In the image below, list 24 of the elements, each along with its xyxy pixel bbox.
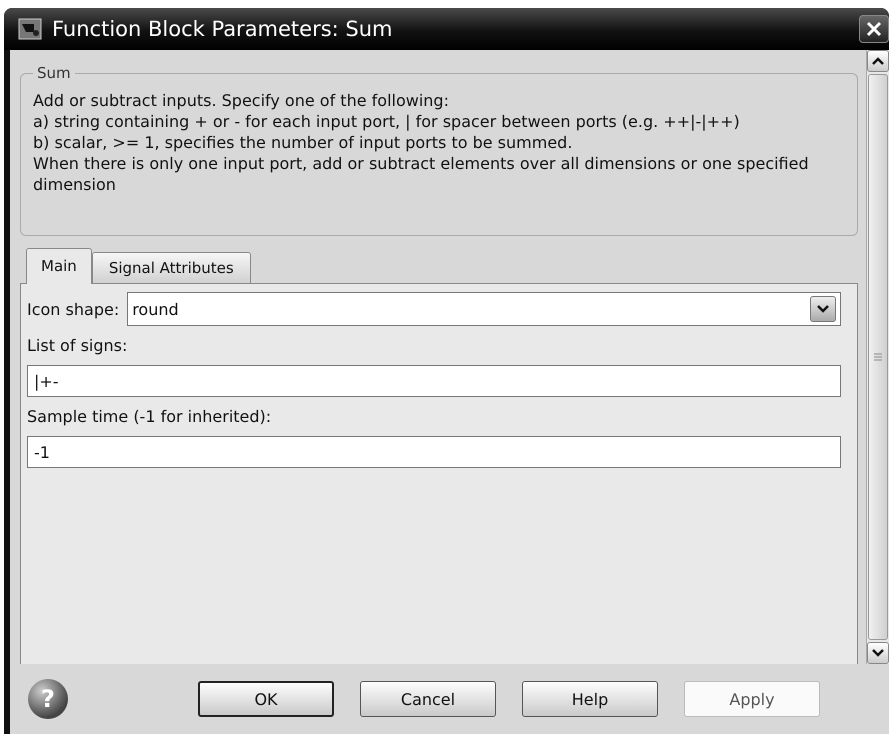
close-button[interactable] [859,15,889,43]
field-label: List of signs: [27,336,128,355]
dropdown[interactable]: round [127,292,841,326]
block-icon [18,18,42,40]
scroll-thumb[interactable] [868,74,888,640]
field-label: Sample time (-1 for inherited): [27,407,272,426]
description-text: Add or subtract inputs. Specify one of the following: [33,90,450,111]
window-title: Function Block Parameters: Sum [52,17,394,41]
field-label: Icon shape: [27,300,120,318]
tab[interactable]: Main [26,248,92,284]
dialog-button[interactable]: Cancel [360,681,496,717]
input-field[interactable]: -1 [27,436,841,468]
group-legend: Sum [33,64,75,82]
tab[interactable]: Signal Attributes [92,252,251,283]
scroll-bar[interactable] [866,50,889,664]
scroll-down-icon[interactable] [867,642,889,664]
close-icon [865,20,883,38]
scroll-up-icon[interactable] [867,50,889,72]
input-field[interactable]: |+- [27,365,841,397]
description-text: a) string containing + or - for each input port, | for spacer between ports (e.g. ++|-|++) [33,111,741,132]
description-text: When there is only one input port, add or subtract elements over all dimensions or one specified dimension [33,153,810,195]
description-text: b) scalar, >= 1, specifies the number of input ports to be summed. [33,132,574,153]
dialog-button[interactable]: Help [522,681,658,717]
dialog-button[interactable]: OK [198,681,334,717]
